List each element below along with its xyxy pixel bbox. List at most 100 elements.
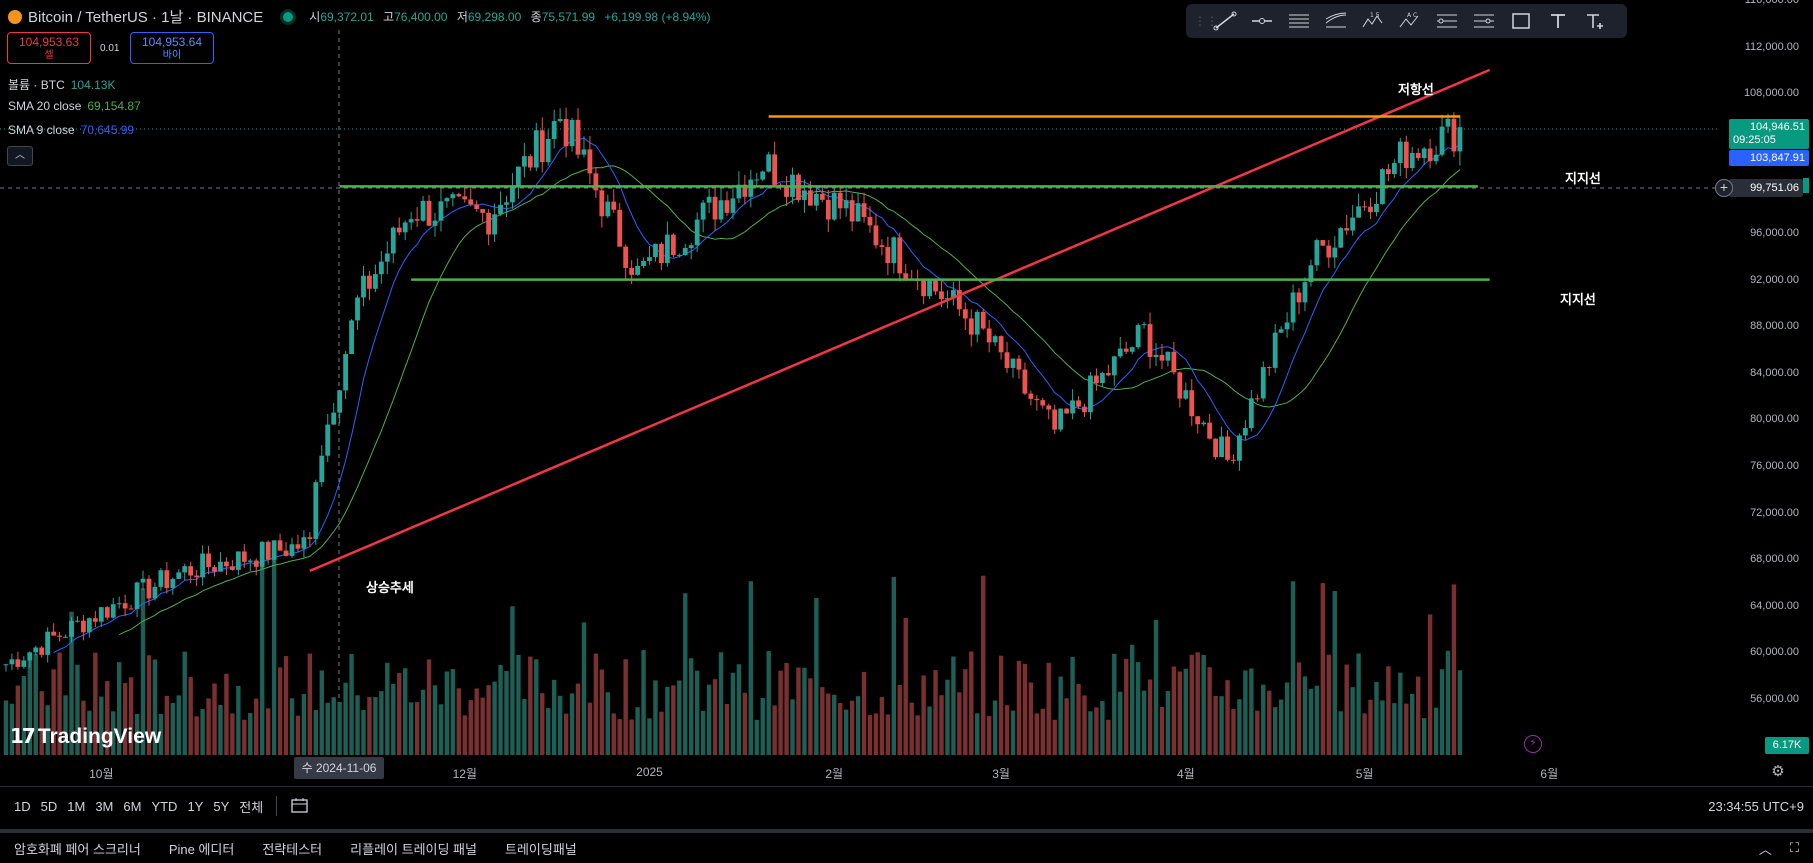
candle [295,544,301,549]
candle [641,261,646,266]
high-value: 76,400.00 [394,10,448,24]
drawing-toolbar: ⋮⋮ 1 5 A C [1186,4,1627,38]
candle [170,578,176,588]
volume-bar [772,705,777,755]
volume-bar [635,707,640,755]
candle [1457,127,1463,152]
range-5d-button[interactable]: 5D [36,799,63,814]
candle [670,234,676,256]
volume-bar [790,699,795,755]
add-plus-icon[interactable]: + [1715,179,1733,197]
sell-button[interactable]: 104,953.63 셀 [7,32,91,64]
time-axis-label: 2025 [636,765,663,779]
volume-bar [1356,653,1361,755]
volume-bar [1255,710,1260,755]
candle [1403,141,1409,169]
range-5y-button[interactable]: 5Y [208,799,234,814]
candle [1094,375,1099,383]
volume-bar [1219,696,1224,755]
candle [331,412,337,425]
candle [1231,459,1236,461]
text-icon[interactable] [1539,7,1576,35]
volume-bar [730,672,736,755]
abcd-pattern-icon[interactable]: A C [1391,7,1428,35]
candle [1082,406,1087,413]
volume-bar [1189,654,1194,755]
text-anchored-icon[interactable] [1576,7,1613,35]
volume-bar [975,713,980,755]
volume-indicator[interactable]: 볼륨 · BTC 104.13K [8,76,115,93]
range-ytd-button[interactable]: YTD [146,799,182,814]
sma20-line [118,165,1461,636]
range-1m-button[interactable]: 1M [62,799,90,814]
tab-strategy-tester[interactable]: 전략테스터 [248,839,336,858]
collapse-legend-button[interactable]: ︿ [7,146,33,166]
horizontal-ray-icon[interactable] [1243,7,1280,35]
candle [843,200,849,209]
candle [1034,398,1040,401]
candle [9,659,15,665]
tab-trading-panel[interactable]: 트레이딩패널 [491,839,591,858]
sma20-indicator[interactable]: SMA 20 close 69,154.87 [8,99,141,113]
regression-channel-icon[interactable] [1317,7,1354,35]
maximize-icon[interactable]: ⛶ [1784,840,1813,856]
volume-bar [188,677,193,755]
chevron-up-icon[interactable]: ︿ [1747,839,1784,858]
volume-bar [540,693,545,755]
range-1d-button[interactable]: 1D [9,799,36,814]
volume-bar [611,713,616,755]
calendar-goto-icon[interactable] [285,796,315,817]
sma9-indicator[interactable]: SMA 9 close 70,645.99 [8,123,134,137]
candle [1302,282,1308,303]
range-6m-button[interactable]: 6M [118,799,146,814]
volume-bar [1302,676,1308,755]
volume-bar [1433,707,1439,755]
candle [629,267,635,275]
volume-bar [528,656,533,755]
fib-extension-icon[interactable] [1465,7,1502,35]
candle [1016,358,1022,370]
volume-bar [200,709,205,755]
drag-handle-icon[interactable]: ⋮⋮ [1194,14,1218,28]
uptrend-label[interactable]: 상승추세 [366,577,414,596]
trend-line-icon[interactable] [1206,7,1243,35]
volume-bar [903,617,908,755]
candle [1260,367,1266,399]
volume-bar [319,670,324,755]
range-1y-button[interactable]: 1Y [182,799,208,814]
volume-bar [1118,691,1123,755]
candle [1195,416,1201,425]
candle [1421,148,1427,159]
volume-bar [1338,711,1343,755]
symbol-title[interactable]: Bitcoin / TetherUS · 1날 · BINANCE [28,6,263,27]
resistance-label[interactable]: 저항선 [1398,79,1434,98]
tab-replay-panel[interactable]: 리플레이 트레이딩 패널 [336,839,491,858]
candle [974,311,980,335]
candle [569,119,575,147]
volume-bar [337,702,342,755]
parallel-channel-icon[interactable] [1280,7,1317,35]
rectangle-icon[interactable] [1502,7,1539,35]
range-all-button[interactable]: 전체 [234,797,268,816]
tab-pine-editor[interactable]: Pine 에디터 [155,839,249,858]
price-chart[interactable] [0,0,1813,786]
fib-retracement-icon[interactable] [1428,7,1465,35]
settings-gear-icon[interactable]: ⚙ [1767,762,1789,782]
volume-bar [909,702,914,755]
tab-crypto-screener[interactable]: 암호화폐 페어 스크리너 [0,839,155,858]
candle [527,156,533,168]
candle [480,209,486,213]
buy-button[interactable]: 104,953.64 바이 [130,32,214,64]
support-lower-label[interactable]: 지지선 [1560,289,1596,308]
elliott-wave-icon[interactable]: 1 5 [1354,7,1391,35]
price-axis-label: 76,000.00 [1750,460,1799,472]
support-upper-label[interactable]: 지지선 [1565,168,1601,187]
volume-bar [546,708,551,755]
candle [241,551,247,562]
volume-bar [784,662,789,755]
lightning-icon[interactable]: ⚡ [1524,735,1542,753]
candle [1415,152,1421,159]
volume-bar [1332,591,1337,755]
clock-display[interactable]: 23:34:55 UTC+9 [1708,799,1813,814]
range-3m-button[interactable]: 3M [90,799,118,814]
